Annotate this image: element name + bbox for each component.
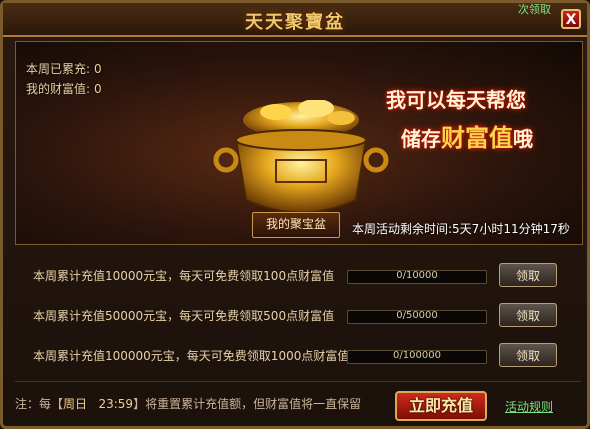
wealth-label: 我的财富值:	[26, 82, 91, 96]
tagline-prefix: 储存	[401, 127, 441, 151]
progress-bar: 0/100000	[347, 350, 487, 364]
wealth-value: 0	[94, 82, 102, 96]
reward-row: 本周累计充值100000元宝，每天可免费领取1000点财富值 0/100000 …	[15, 339, 581, 373]
reward-description: 本周累计充值100000元宝，每天可免费领取1000点财富值	[33, 349, 350, 363]
weekly-recharge-value: 0	[94, 62, 102, 76]
claim-button[interactable]: 领取	[499, 343, 557, 367]
note-day: 周日	[63, 397, 88, 411]
reward-row: 本周累计充值10000元宝，每天可免费领取100点财富值 0/10000 领取	[15, 259, 581, 293]
tagline-line1: 我可以每天帮您	[386, 88, 526, 112]
tagline-suffix: 哦	[513, 127, 533, 151]
recharge-now-button[interactable]: 立即充值	[395, 391, 487, 421]
wealth-stat: 我的财富值: 0	[26, 80, 102, 97]
countdown-value: 5天7小时11分钟17秒	[452, 222, 570, 236]
note-time: 23:59	[98, 397, 134, 411]
reward-description: 本周累计充值10000元宝，每天可免费领取100点财富值	[33, 269, 335, 283]
progress-text: 0/10000	[396, 270, 438, 281]
note-prefix: 注：每【	[15, 397, 64, 411]
footer-note: 注：每【周日 23:59】将重置累计充值额，但财富值将一直保留	[15, 395, 361, 412]
corner-tag: 次领取	[518, 3, 551, 16]
window-title: 天天聚寶盆	[245, 12, 345, 33]
treasure-pot-image	[206, 99, 406, 230]
banner: 本周已累充: 0 我的财富值: 0 我可以每天帮您 储存财富值哦 我的聚宝盆 本…	[15, 41, 583, 245]
my-pot-button[interactable]: 我的聚宝盆	[252, 212, 340, 238]
promo-tagline: 我可以每天帮您 储存财富值哦	[386, 80, 576, 160]
footer-divider	[15, 381, 581, 382]
tagline-line2: 储存财富值哦	[401, 118, 533, 153]
claim-button[interactable]: 领取	[499, 303, 557, 327]
tagline-emphasis: 财富值	[441, 124, 513, 152]
weekly-recharge-stat: 本周已累充: 0	[26, 60, 102, 77]
treasure-pot-window: 天天聚寶盆 次领取 X 本周已累充: 0 我的财富值: 0 我可以每天帮您 储存…	[0, 0, 590, 429]
activity-rules-link[interactable]: 活动规则	[505, 398, 553, 415]
close-button[interactable]: X	[561, 9, 581, 29]
progress-bar: 0/50000	[347, 310, 487, 324]
reward-description: 本周累计充值50000元宝，每天可免费领取500点财富值	[33, 309, 335, 323]
countdown-label: 本周活动剩余时间:	[352, 222, 453, 236]
progress-text: 0/100000	[393, 350, 441, 361]
title-bar: 天天聚寶盆 次领取 X	[3, 3, 587, 37]
progress-text: 0/50000	[396, 310, 438, 321]
weekly-recharge-label: 本周已累充:	[26, 62, 91, 76]
claim-button[interactable]: 领取	[499, 263, 557, 287]
treasure-pot-icon	[213, 99, 389, 214]
progress-bar: 0/10000	[347, 270, 487, 284]
reward-row: 本周累计充值50000元宝，每天可免费领取500点财富值 0/50000 领取	[15, 299, 581, 333]
activity-countdown: 本周活动剩余时间:5天7小时11分钟17秒	[352, 220, 570, 237]
note-suffix: 】将重置累计充值额，但财富值将一直保留	[133, 397, 362, 411]
